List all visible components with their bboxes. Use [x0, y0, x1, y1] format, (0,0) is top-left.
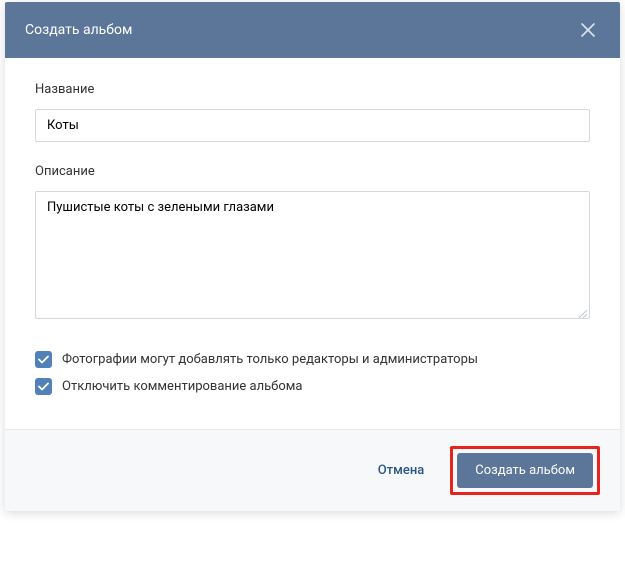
- description-textarea-wrap: [35, 191, 590, 323]
- create-album-modal: Создать альбом Название Описание: [5, 2, 620, 511]
- modal-header: Создать альбом: [5, 2, 620, 58]
- description-label: Описание: [35, 164, 590, 179]
- modal-title: Создать альбом: [25, 22, 132, 38]
- submit-button[interactable]: Создать альбом: [457, 453, 593, 488]
- disable-comments-label: Отключить комментирование альбома: [62, 379, 303, 394]
- name-label: Название: [35, 82, 590, 97]
- disable-comments-checkbox[interactable]: Отключить комментирование альбома: [35, 378, 590, 395]
- textarea-resize-handle[interactable]: [578, 309, 588, 319]
- cancel-button[interactable]: Отмена: [364, 453, 439, 488]
- editors-only-checkbox[interactable]: Фотографии могут добавлять только редакт…: [35, 351, 590, 368]
- modal-footer: Отмена Создать альбом: [5, 429, 620, 511]
- editors-only-label: Фотографии могут добавлять только редакт…: [62, 352, 478, 367]
- description-textarea[interactable]: [35, 191, 590, 319]
- description-field-group: Описание: [35, 164, 590, 323]
- name-input[interactable]: [35, 109, 590, 142]
- close-button[interactable]: [576, 18, 600, 42]
- submit-button-highlight: Создать альбом: [450, 446, 600, 495]
- checkbox-checked-icon: [35, 351, 52, 368]
- modal-body: Название Описание Фотографии могут добав…: [5, 58, 620, 429]
- checkbox-section: Фотографии могут добавлять только редакт…: [35, 351, 590, 395]
- close-icon: [580, 22, 596, 38]
- name-field-group: Название: [35, 82, 590, 142]
- checkbox-checked-icon: [35, 378, 52, 395]
